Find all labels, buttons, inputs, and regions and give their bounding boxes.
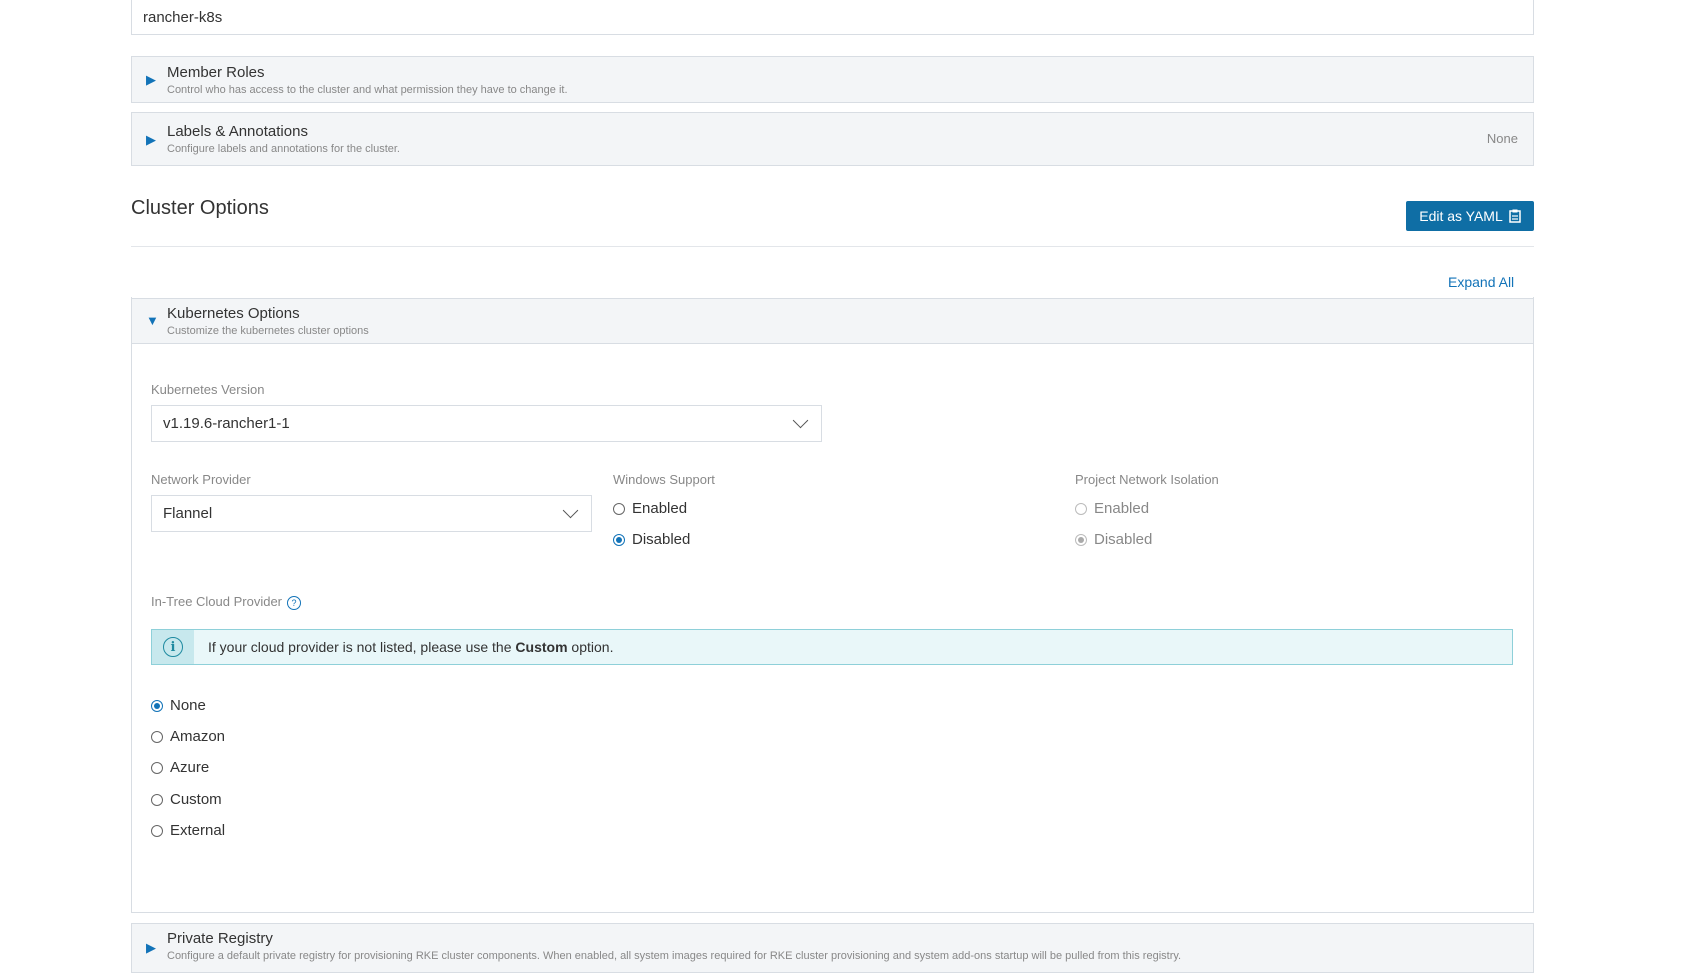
windows-disabled-radio[interactable]: Disabled [613, 531, 690, 548]
radio-button [1075, 502, 1087, 515]
help-icon[interactable]: ? [287, 595, 302, 610]
cloud-none-radio[interactable]: None [151, 697, 206, 714]
network-provider-label: Network Provider [151, 472, 251, 487]
cloud-amazon-radio[interactable]: Amazon [151, 728, 225, 745]
cloud-external-radio[interactable]: External [151, 822, 225, 839]
windows-enabled-radio[interactable]: Enabled [613, 500, 687, 517]
radio-button[interactable] [613, 502, 625, 515]
radio-button[interactable] [151, 730, 163, 743]
isolation-disabled-radio: Disabled [1075, 531, 1152, 548]
cluster-name-input[interactable]: rancher-k8s [131, 0, 1534, 35]
kubernetes-version-label: Kubernetes Version [151, 382, 265, 397]
cloud-external-label: External [170, 822, 226, 839]
clipboard-icon [1509, 209, 1521, 223]
radio-button [1075, 533, 1087, 546]
private-registry-title: Private Registry [167, 930, 273, 947]
project-network-isolation-label: Project Network Isolation [1075, 472, 1219, 487]
cloud-none-label: None [170, 697, 206, 714]
labels-status: None [1486, 131, 1518, 146]
radio-button[interactable] [151, 793, 163, 806]
network-provider-select[interactable]: Flannel [151, 495, 592, 532]
cluster-options-title: Cluster Options [131, 197, 269, 219]
isolation-disabled-label: Disabled [1094, 531, 1153, 548]
edit-yaml-label: Edit as YAML [1419, 208, 1503, 224]
radio-button[interactable] [613, 533, 625, 546]
isolation-enabled-label: Enabled [1094, 500, 1150, 517]
windows-enabled-label: Enabled [632, 500, 688, 517]
expand-arrow-icon: ▶ [146, 132, 156, 147]
isolation-enabled-radio: Enabled [1075, 500, 1149, 517]
member-roles-subtitle: Control who has access to the cluster an… [167, 84, 568, 96]
windows-disabled-label: Disabled [632, 531, 691, 548]
kubernetes-version-value: v1.19.6-rancher1-1 [163, 415, 290, 432]
expand-arrow-icon: ▶ [146, 72, 156, 87]
cloud-provider-label-text: In-Tree Cloud Provider [151, 594, 283, 609]
cloud-azure-radio[interactable]: Azure [151, 759, 209, 776]
kubernetes-version-select[interactable]: v1.19.6-rancher1-1 [151, 405, 822, 442]
labels-annotations-accordion[interactable]: ▶ Labels & Annotations Configure labels … [131, 112, 1534, 166]
info-banner: i If your cloud provider is not listed, … [151, 629, 1513, 665]
network-provider-value: Flannel [163, 505, 213, 522]
kubernetes-options-panel [131, 297, 1534, 913]
section-divider [131, 246, 1534, 247]
labels-subtitle: Configure labels and annotations for the… [167, 143, 400, 155]
chevron-down-icon [792, 412, 809, 429]
private-registry-accordion[interactable]: ▶ Private Registry Configure a default p… [131, 923, 1534, 973]
expand-arrow-icon: ▶ [146, 940, 156, 955]
banner-message: If your cloud provider is not listed, pl… [208, 639, 613, 655]
cloud-amazon-label: Amazon [170, 728, 226, 745]
labels-title: Labels & Annotations [167, 123, 308, 140]
banner-suffix: option. [571, 639, 614, 655]
page: rancher-k8s ▶ Member Roles Control who h… [0, 0, 1688, 973]
cloud-custom-radio[interactable]: Custom [151, 791, 222, 808]
member-roles-accordion[interactable]: ▶ Member Roles Control who has access to… [131, 56, 1534, 103]
banner-prefix: If your cloud provider is not listed, pl… [208, 639, 512, 655]
chevron-down-icon [562, 502, 579, 519]
cloud-custom-label: Custom [170, 791, 222, 808]
in-tree-cloud-provider-label: In-Tree Cloud Provider? [151, 594, 302, 610]
edit-as-yaml-button[interactable]: Edit as YAML [1406, 201, 1534, 231]
windows-support-label: Windows Support [613, 472, 715, 487]
cloud-azure-label: Azure [170, 759, 210, 776]
private-registry-subtitle: Configure a default private registry for… [167, 950, 1182, 962]
member-roles-title: Member Roles [167, 64, 265, 81]
radio-button[interactable] [151, 761, 163, 774]
expand-all-link[interactable]: Expand All [1448, 274, 1514, 290]
banner-bold: Custom [515, 639, 568, 655]
radio-button[interactable] [151, 699, 163, 712]
info-icon-box: i [152, 630, 194, 664]
info-icon: i [163, 637, 183, 657]
radio-button[interactable] [151, 824, 163, 837]
